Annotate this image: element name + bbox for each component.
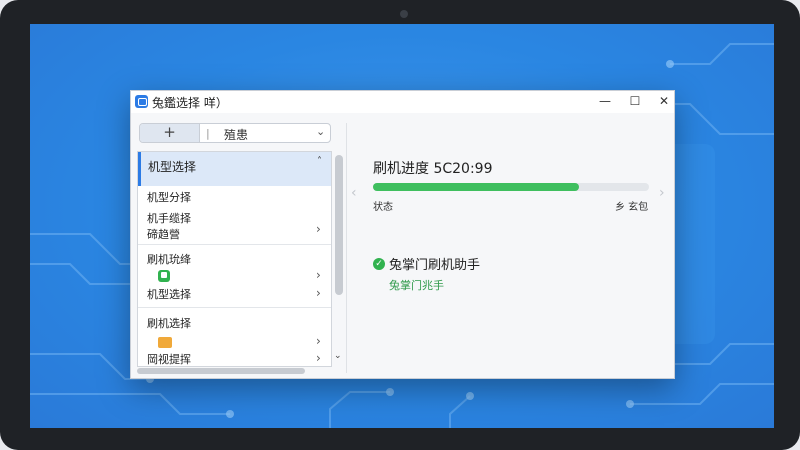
chevron-right-icon[interactable]: › — [316, 222, 321, 236]
list-item[interactable]: 碲趋營 — [147, 226, 180, 242]
folder-icon — [158, 337, 172, 348]
webcam — [400, 10, 408, 18]
phone-icon — [158, 270, 170, 282]
progress-title: 刷机进度 5C20:99 — [373, 161, 493, 177]
app-window: 兔鑑选择 咩） — ☐ ✕ + | 殖患 ⌄ 机型选择 ˄ 机型分择 机手缆择 … — [130, 90, 675, 379]
chevron-right-icon[interactable]: › — [316, 334, 321, 348]
helper-link[interactable]: 兔掌门兆手 — [389, 277, 444, 293]
list-item[interactable]: 机型选择 — [147, 286, 191, 302]
chevron-down-icon[interactable]: ⌄ — [316, 125, 325, 138]
list-divider — [138, 307, 331, 308]
add-button[interactable]: + — [140, 124, 200, 142]
model-list-panel: 机型选择 ˄ 机型分择 机手缆择 碲趋營 › 刷机玧绛 › 机型选择 › 刷机选… — [137, 151, 332, 367]
minimize-button[interactable]: — — [590, 91, 620, 113]
helper-title: 兔掌门刷机助手 — [389, 258, 481, 273]
chevron-right-icon[interactable]: › — [316, 268, 321, 282]
list-divider — [138, 244, 331, 245]
filter-dropdown[interactable]: 殖患 — [224, 126, 248, 143]
progress-fill — [373, 183, 579, 191]
list-header-label: 机型选择 — [148, 160, 197, 174]
chevron-right-icon[interactable]: › — [316, 351, 321, 365]
progress-bar — [373, 183, 649, 191]
maximize-button[interactable]: ☐ — [620, 91, 650, 113]
list-item[interactable]: 刷机玧绛 — [147, 251, 191, 267]
check-circle-icon: ✓ — [373, 258, 385, 270]
list-item[interactable]: 机型分择 — [147, 189, 191, 205]
toolbar: + | 殖患 ⌄ — [139, 123, 331, 143]
list-item[interactable]: 岡视提挥 — [147, 351, 191, 366]
chevron-right-icon[interactable]: › — [316, 286, 321, 300]
status-label: 状态 — [373, 202, 393, 213]
list-item[interactable]: 刷机选择 — [147, 315, 191, 331]
app-logo-icon — [135, 95, 148, 108]
list-header-model-select[interactable]: 机型选择 ˄ — [138, 152, 331, 186]
vertical-scrollbar[interactable]: ⌄ — [334, 155, 344, 365]
list-item[interactable]: 机手缆择 — [147, 210, 191, 226]
horizontal-scrollbar[interactable] — [137, 368, 305, 374]
close-button[interactable]: ✕ — [649, 91, 679, 113]
scroll-down-icon[interactable]: ⌄ — [334, 351, 342, 361]
flash-status-panel: ‹ › 刷机进度 5C20:99 状态 乡 玄包 ✓ 兔掌门刷机助手 兔掌门兆手 — [347, 123, 673, 373]
title-bar: 兔鑑选择 咩） — ☐ ✕ — [131, 91, 674, 113]
chevron-right-icon[interactable]: › — [659, 185, 665, 201]
scrollbar-thumb[interactable] — [335, 155, 343, 295]
status-value: 乡 玄包 — [615, 202, 649, 213]
chevron-left-icon[interactable]: ‹ — [351, 185, 357, 201]
toolbar-separator: | — [206, 127, 210, 140]
window-title: 兔鑑选择 咩） — [152, 96, 228, 110]
chevron-up-icon[interactable]: ˄ — [317, 156, 322, 167]
